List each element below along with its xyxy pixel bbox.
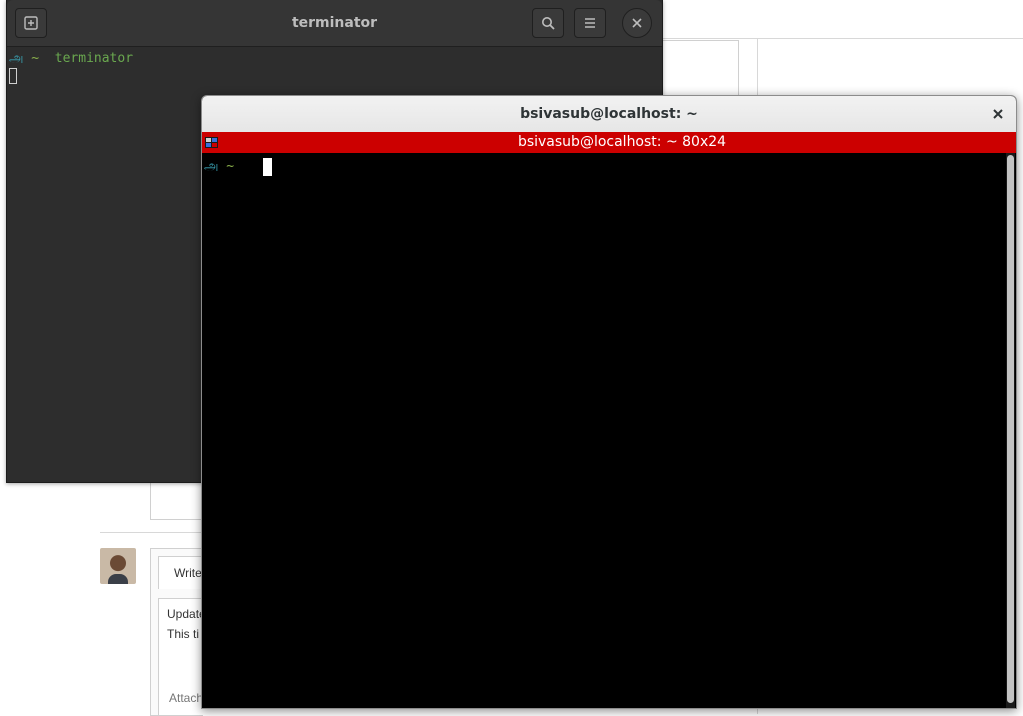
prompt-line: அ ~ bbox=[204, 159, 234, 175]
attach-files-label[interactable]: Attach bbox=[169, 691, 203, 705]
terminal-window: bsivasub@localhost: ~ bsivasub@localhost… bbox=[201, 95, 1017, 709]
page-header-divider bbox=[661, 38, 1023, 39]
search-button[interactable] bbox=[532, 8, 564, 38]
terminal-size-title: bsivasub@localhost: ~ 80x24 bbox=[517, 134, 727, 150]
avatar[interactable] bbox=[100, 548, 136, 584]
comment-textarea[interactable]: Update This ti Attach bbox=[158, 598, 206, 716]
tab-write-label: Write bbox=[174, 566, 202, 580]
tab-write[interactable]: Write bbox=[158, 556, 203, 589]
terminal-tab-bar[interactable]: bsivasub@localhost: ~ 80x24 bbox=[202, 132, 1016, 153]
terminal-area[interactable]: அ ~ bbox=[202, 153, 1002, 708]
menu-button[interactable] bbox=[574, 8, 606, 38]
comment-line-1: Update bbox=[167, 607, 206, 621]
page-side-box bbox=[661, 40, 739, 98]
scrollbar[interactable] bbox=[1006, 153, 1015, 708]
comment-line-2: This ti bbox=[167, 627, 200, 641]
scrollbar-thumb[interactable] bbox=[1007, 155, 1014, 703]
hamburger-menu-icon bbox=[585, 18, 595, 28]
text-cursor bbox=[263, 158, 272, 176]
close-button[interactable] bbox=[988, 104, 1008, 124]
typed-command: terminator bbox=[54, 51, 134, 66]
prompt-directory: ~ bbox=[226, 159, 235, 174]
prompt-directory: ~ bbox=[31, 51, 40, 66]
search-icon bbox=[542, 17, 555, 30]
close-icon bbox=[993, 109, 1003, 119]
timeline-divider bbox=[100, 532, 202, 533]
text-cursor bbox=[9, 68, 17, 84]
close-icon bbox=[632, 18, 642, 28]
header-bar[interactable]: terminator bbox=[7, 0, 662, 47]
prompt-glyph: அ bbox=[9, 51, 24, 66]
prompt-line: அ ~ terminator bbox=[9, 51, 133, 67]
title-bar[interactable]: bsivasub@localhost: ~ bbox=[202, 96, 1016, 133]
window-title: bsivasub@localhost: ~ bbox=[520, 106, 698, 122]
close-button[interactable] bbox=[622, 8, 652, 38]
prompt-glyph: அ bbox=[204, 159, 219, 174]
